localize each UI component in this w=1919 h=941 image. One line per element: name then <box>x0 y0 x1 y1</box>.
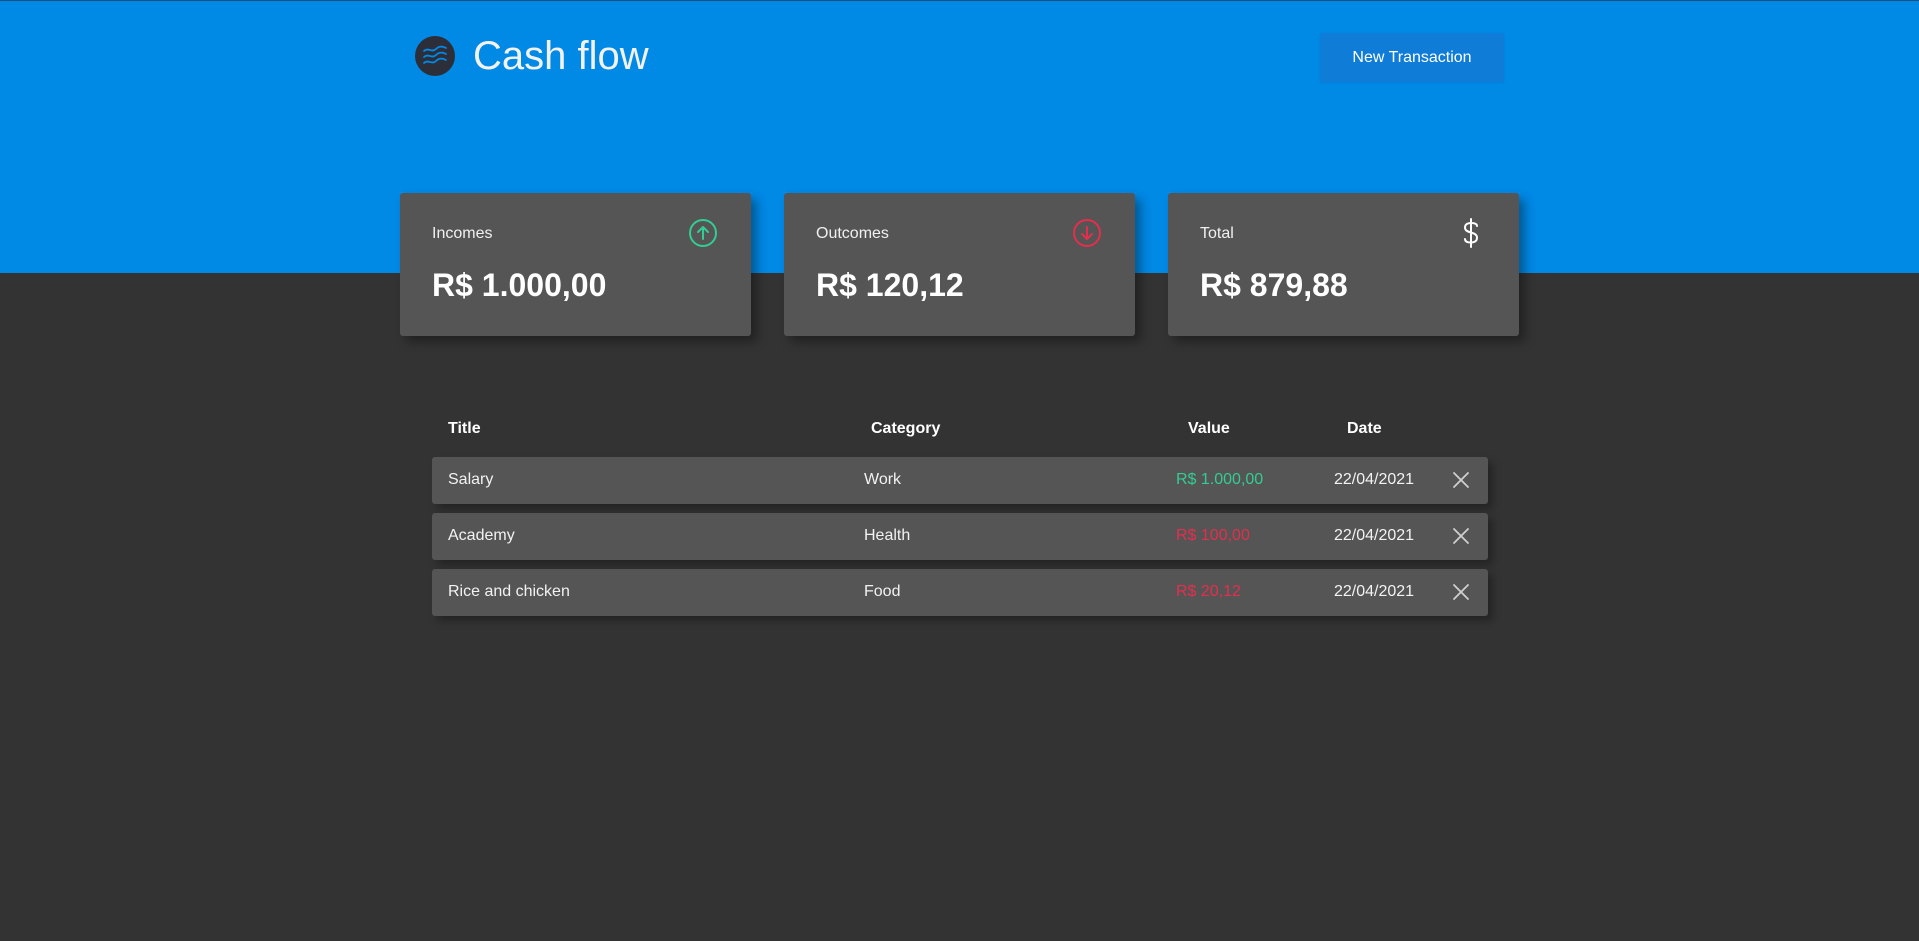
row-category: Food <box>864 583 901 600</box>
close-icon[interactable] <box>1450 525 1472 547</box>
table-row: Salary Work R$ 1.000,00 22/04/2021 <box>432 457 1488 504</box>
table-row: Rice and chicken Food R$ 20,12 22/04/202… <box>432 569 1488 616</box>
incomes-card: Incomes R$ 1.000,00 <box>400 193 751 336</box>
dollar-sign-icon <box>1455 217 1487 249</box>
row-date: 22/04/2021 <box>1334 583 1415 600</box>
arrow-down-circle-icon <box>1071 217 1103 249</box>
transactions-table-header: Title Category Value Date <box>0 420 1919 440</box>
row-value: R$ 100,00 <box>1176 527 1250 544</box>
row-value: R$ 1.000,00 <box>1176 471 1264 488</box>
incomes-label: Incomes <box>432 225 493 242</box>
incomes-value: R$ 1.000,00 <box>432 267 607 303</box>
column-value: Value <box>1188 420 1230 437</box>
table-row: Academy Health R$ 100,00 22/04/2021 <box>432 513 1488 560</box>
row-title: Rice and chicken <box>448 583 570 600</box>
outcomes-card: Outcomes R$ 120,12 <box>784 193 1135 336</box>
close-icon[interactable] <box>1450 581 1472 603</box>
row-category: Health <box>864 527 911 544</box>
outcomes-label: Outcomes <box>816 225 889 242</box>
new-transaction-button[interactable]: New Transaction <box>1320 33 1504 82</box>
total-label: Total <box>1200 225 1234 242</box>
column-title: Title <box>448 420 481 437</box>
row-title: Salary <box>448 471 494 488</box>
row-category: Work <box>864 471 902 488</box>
wave-logo-icon <box>415 36 455 76</box>
row-value: R$ 20,12 <box>1176 583 1241 600</box>
total-card: Total R$ 879,88 <box>1168 193 1519 336</box>
row-date: 22/04/2021 <box>1334 471 1415 488</box>
column-category: Category <box>871 420 941 437</box>
total-value: R$ 879,88 <box>1200 267 1348 303</box>
arrow-up-circle-icon <box>687 217 719 249</box>
close-icon[interactable] <box>1450 469 1472 491</box>
app-title: Cash flow <box>473 34 649 78</box>
row-date: 22/04/2021 <box>1334 527 1415 544</box>
outcomes-value: R$ 120,12 <box>816 267 964 303</box>
column-date: Date <box>1347 420 1382 437</box>
row-title: Academy <box>448 527 515 544</box>
header-content: Cash flow New Transaction <box>415 1 1505 113</box>
